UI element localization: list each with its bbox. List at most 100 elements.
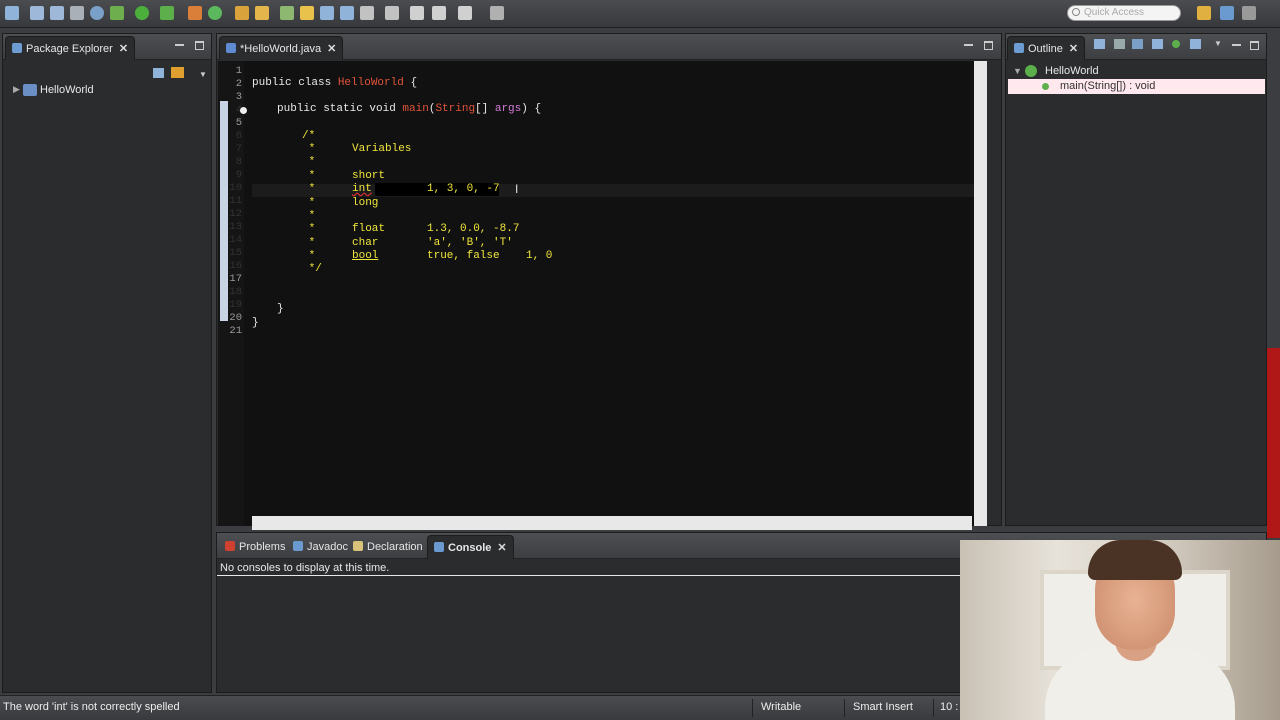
save-all-icon[interactable] bbox=[50, 6, 64, 20]
package-explorer-pane: Package Explorer ✕ ▼ ▶ HelloWorld bbox=[2, 33, 212, 693]
outline-icon bbox=[1014, 43, 1024, 53]
type-name: String bbox=[435, 103, 476, 115]
line-number: 4 bbox=[235, 104, 242, 116]
collapse-all-icon[interactable] bbox=[153, 68, 164, 78]
vertical-scrollbar[interactable] bbox=[974, 61, 987, 526]
print-icon[interactable] bbox=[70, 6, 84, 20]
comment-line: * bbox=[302, 223, 316, 235]
package-icon bbox=[12, 43, 22, 53]
next-annotation-icon[interactable] bbox=[360, 6, 374, 20]
toggle-mark-icon[interactable] bbox=[280, 6, 294, 20]
collapse-all-icon[interactable] bbox=[1094, 39, 1105, 49]
close-icon[interactable]: ✕ bbox=[497, 536, 506, 560]
code-line-20: } bbox=[252, 317, 259, 329]
minimize-icon[interactable] bbox=[175, 41, 184, 46]
console-message: No consoles to display at this time. bbox=[220, 562, 390, 574]
line-number: 9 bbox=[235, 169, 242, 181]
minimize-icon[interactable] bbox=[1232, 41, 1241, 46]
new-class-icon[interactable] bbox=[208, 6, 222, 20]
show-whitespace-icon[interactable] bbox=[340, 6, 354, 20]
status-message: The word 'int' is not correctly spelled bbox=[3, 701, 180, 713]
maximize-icon[interactable] bbox=[1250, 41, 1259, 50]
comment-text-misspelled[interactable]: int bbox=[352, 183, 372, 195]
comment-text: Variables bbox=[352, 143, 412, 155]
hide-fields-icon[interactable] bbox=[1132, 39, 1143, 49]
code-editor[interactable]: 1 2 3 4 5 6 7 8 9 10 11 12 13 14 15 16 1… bbox=[218, 61, 974, 526]
outline-method-item[interactable]: main(String[]) : void bbox=[1008, 79, 1265, 94]
last-edit-icon[interactable] bbox=[410, 6, 424, 20]
line-number: 8 bbox=[235, 156, 242, 168]
open-perspective-icon[interactable] bbox=[1197, 6, 1211, 20]
comment-text: long bbox=[352, 197, 379, 209]
hide-local-types-icon[interactable] bbox=[1190, 39, 1201, 49]
status-insert-mode: Smart Insert bbox=[853, 701, 913, 713]
java-perspective-icon[interactable] bbox=[1220, 6, 1234, 20]
expand-arrow-icon[interactable]: ▶ bbox=[13, 84, 20, 95]
project-folder-icon bbox=[23, 84, 37, 96]
skip-breakpoints-icon[interactable] bbox=[90, 6, 104, 20]
search-icon[interactable] bbox=[255, 6, 269, 20]
close-icon[interactable]: ✕ bbox=[1069, 37, 1078, 61]
line-number: 18 bbox=[229, 286, 242, 298]
webcam-overlay bbox=[960, 540, 1280, 720]
line-number: 19 bbox=[229, 299, 242, 311]
comment-line: * bbox=[302, 250, 316, 262]
new-package-icon[interactable] bbox=[188, 6, 202, 20]
code-line-19: } bbox=[277, 303, 284, 315]
block-selection-icon[interactable] bbox=[320, 6, 334, 20]
save-icon[interactable] bbox=[30, 6, 44, 20]
package-explorer-tabbar: Package Explorer ✕ bbox=[3, 34, 211, 60]
tab-problems[interactable]: Problems bbox=[219, 535, 291, 559]
close-icon[interactable]: ✕ bbox=[119, 37, 128, 61]
maximize-icon[interactable] bbox=[195, 41, 204, 50]
tab-declaration[interactable]: Declaration bbox=[347, 535, 429, 559]
hide-static-icon[interactable] bbox=[1152, 39, 1163, 49]
comment-text: true, false bbox=[427, 250, 500, 262]
tab-package-explorer[interactable]: Package Explorer ✕ bbox=[5, 36, 136, 61]
tab-javadoc[interactable]: Javadoc bbox=[287, 535, 354, 559]
horizontal-scrollbar[interactable] bbox=[252, 516, 972, 530]
breakpoint-marker-icon[interactable] bbox=[240, 107, 247, 114]
tab-helloworld-java[interactable]: *HelloWorld.java ✕ bbox=[219, 36, 344, 61]
highlight-icon[interactable] bbox=[300, 6, 314, 20]
comment-text: float bbox=[352, 223, 386, 235]
project-item[interactable]: HelloWorld bbox=[40, 84, 94, 96]
open-type-icon[interactable] bbox=[235, 6, 249, 20]
debug-perspective-icon[interactable] bbox=[1242, 6, 1256, 20]
close-icon[interactable]: ✕ bbox=[327, 37, 336, 61]
tab-label: Javadoc bbox=[307, 541, 348, 553]
back-icon[interactable] bbox=[432, 6, 446, 20]
comment-line: * bbox=[302, 183, 316, 195]
tab-label: Console bbox=[448, 542, 492, 554]
method-name: main bbox=[402, 103, 429, 115]
run-history-icon[interactable] bbox=[160, 6, 174, 20]
outline-class-item[interactable]: HelloWorld bbox=[1045, 65, 1099, 77]
tab-console[interactable]: Console ✕ bbox=[427, 535, 514, 559]
quick-access-input[interactable]: Quick Access bbox=[1067, 5, 1181, 21]
new-file-icon[interactable] bbox=[5, 6, 19, 20]
run-icon[interactable] bbox=[135, 6, 149, 20]
sort-icon[interactable] bbox=[1114, 39, 1125, 49]
hide-non-public-icon[interactable] bbox=[1172, 40, 1180, 48]
expand-arrow-icon[interactable]: ▼ bbox=[1013, 66, 1022, 76]
problems-icon bbox=[225, 541, 235, 551]
pin-editor-icon[interactable] bbox=[490, 6, 504, 20]
forward-icon[interactable] bbox=[458, 6, 472, 20]
link-editor-icon[interactable] bbox=[171, 67, 184, 78]
comment-text: 1.3, 0.0, -8.7 bbox=[427, 223, 520, 235]
prev-annotation-icon[interactable] bbox=[385, 6, 399, 20]
line-number: 13 bbox=[229, 221, 242, 233]
tab-label: Outline bbox=[1028, 43, 1063, 55]
comment-line: * bbox=[302, 170, 316, 182]
maximize-icon[interactable] bbox=[984, 41, 993, 50]
minimize-icon[interactable] bbox=[964, 41, 973, 46]
comment-line: /* bbox=[302, 130, 316, 142]
console-icon bbox=[434, 542, 444, 552]
comment-line: * bbox=[302, 156, 316, 168]
comment-line: * bbox=[302, 210, 316, 222]
view-menu-icon[interactable]: ▼ bbox=[1214, 39, 1222, 48]
debug-icon[interactable] bbox=[110, 6, 124, 20]
view-menu-icon[interactable]: ▼ bbox=[199, 70, 207, 79]
tab-label: Package Explorer bbox=[26, 43, 113, 55]
tab-outline[interactable]: Outline ✕ bbox=[1007, 36, 1086, 61]
